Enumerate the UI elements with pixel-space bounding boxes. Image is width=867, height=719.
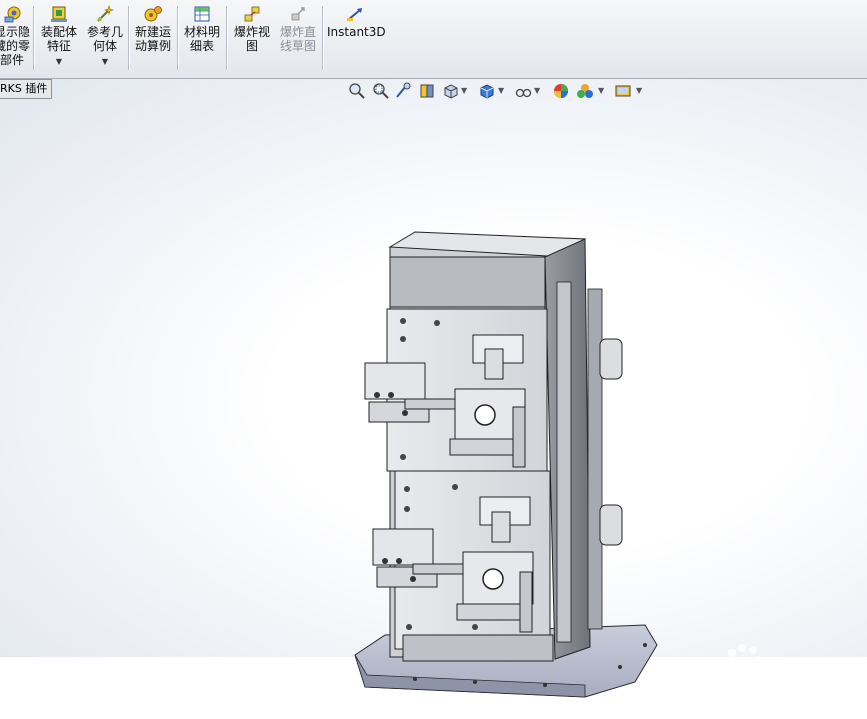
ribbon-separator (33, 6, 35, 70)
new-motion-study-icon (144, 6, 162, 22)
chevron-down-icon[interactable]: ▼ (498, 86, 504, 95)
assembly-features-line2: 特征 (46, 39, 71, 53)
show-hidden-line2: 藏的零 (0, 39, 30, 53)
display-style-icon[interactable] (478, 82, 496, 100)
show-hidden-line1: 显示隐 (0, 25, 30, 39)
bill-of-materials-button[interactable]: 材料明 细表 (181, 4, 223, 53)
ribbon-separator (128, 6, 130, 70)
chevron-down-icon[interactable]: ▼ (461, 86, 467, 95)
explode-line-sketch-line1: 爆炸直 (279, 25, 316, 39)
bill-of-materials-line1: 材料明 (183, 25, 220, 39)
baidu-jingyan-watermark: Bai du 经验 jingyan.baidu.com (663, 644, 834, 716)
assembly-features-button[interactable]: 装配体 特征 ▼ (38, 4, 80, 69)
show-hidden-components-button[interactable]: 显示隐 藏的零 部件 (0, 4, 32, 67)
instant3d-button[interactable]: Instant3D (327, 4, 386, 39)
watermark-brand-cn: 经验 (786, 665, 834, 693)
chevron-down-icon[interactable]: ▼ (598, 86, 604, 95)
assembly-features-icon (51, 6, 67, 22)
bill-of-materials-icon (194, 6, 210, 22)
explode-line-sketch-button[interactable]: 爆炸直 线草图 (277, 4, 319, 53)
watermark-url: jingyan.baidu.com (663, 700, 777, 716)
new-motion-study-button[interactable]: 新建运 动算例 (132, 4, 174, 53)
exploded-view-line1: 爆炸视 (233, 25, 270, 39)
graphics-area[interactable]: Bai du 经验 jingyan.baidu.com (0, 79, 867, 716)
view-orientation-icon[interactable] (442, 82, 460, 100)
exploded-view-button[interactable]: 爆炸视 图 (231, 4, 273, 53)
exploded-view-icon (244, 6, 260, 22)
assembly-features-line1: 装配体 (40, 25, 77, 39)
apply-scene-icon[interactable] (576, 82, 594, 100)
exploded-view-line2: 图 (245, 39, 258, 53)
bill-of-materials-line2: 细表 (189, 39, 214, 53)
explode-line-sketch-icon (291, 7, 305, 21)
instant3d-icon (347, 8, 362, 21)
section-view-icon[interactable] (418, 82, 436, 100)
explode-line-sketch-line2: 线草图 (279, 39, 316, 53)
chevron-down-icon[interactable]: ▼ (38, 55, 80, 69)
reference-geometry-line1: 参考几 (86, 25, 123, 39)
reference-geometry-button[interactable]: 参考几 何体 ▼ (84, 4, 126, 69)
previous-view-icon[interactable] (394, 82, 412, 100)
show-hide-components-icon (4, 6, 21, 23)
zoom-to-fit-icon[interactable] (348, 82, 366, 100)
edit-appearance-icon[interactable] (552, 82, 570, 100)
ribbon-separator (322, 6, 324, 70)
watermark-brand: Bai du (664, 663, 756, 696)
command-manager-ribbon: 显示隐 藏的零 部件 装配体 特征 ▼ 参考几 何体 ▼ 新建运 (0, 0, 867, 79)
zoom-to-area-icon[interactable] (372, 82, 390, 100)
new-motion-study-line2: 动算例 (134, 39, 171, 53)
reference-geometry-icon (97, 5, 114, 22)
chevron-down-icon[interactable]: ▼ (636, 86, 642, 95)
assembly-model[interactable] (345, 227, 665, 699)
show-hidden-line3: 部件 (0, 53, 24, 67)
instant3d-label: Instant3D (327, 25, 386, 39)
addins-tab[interactable]: RKS 插件 (0, 79, 53, 99)
ribbon-separator (177, 6, 179, 70)
hide-show-items-icon[interactable] (514, 82, 532, 100)
ribbon-separator (226, 6, 228, 70)
chevron-down-icon[interactable]: ▼ (84, 55, 126, 69)
reference-geometry-line2: 何体 (92, 39, 117, 53)
view-settings-icon[interactable] (614, 82, 632, 100)
chevron-down-icon[interactable]: ▼ (534, 86, 540, 95)
new-motion-study-line1: 新建运 (134, 25, 171, 39)
